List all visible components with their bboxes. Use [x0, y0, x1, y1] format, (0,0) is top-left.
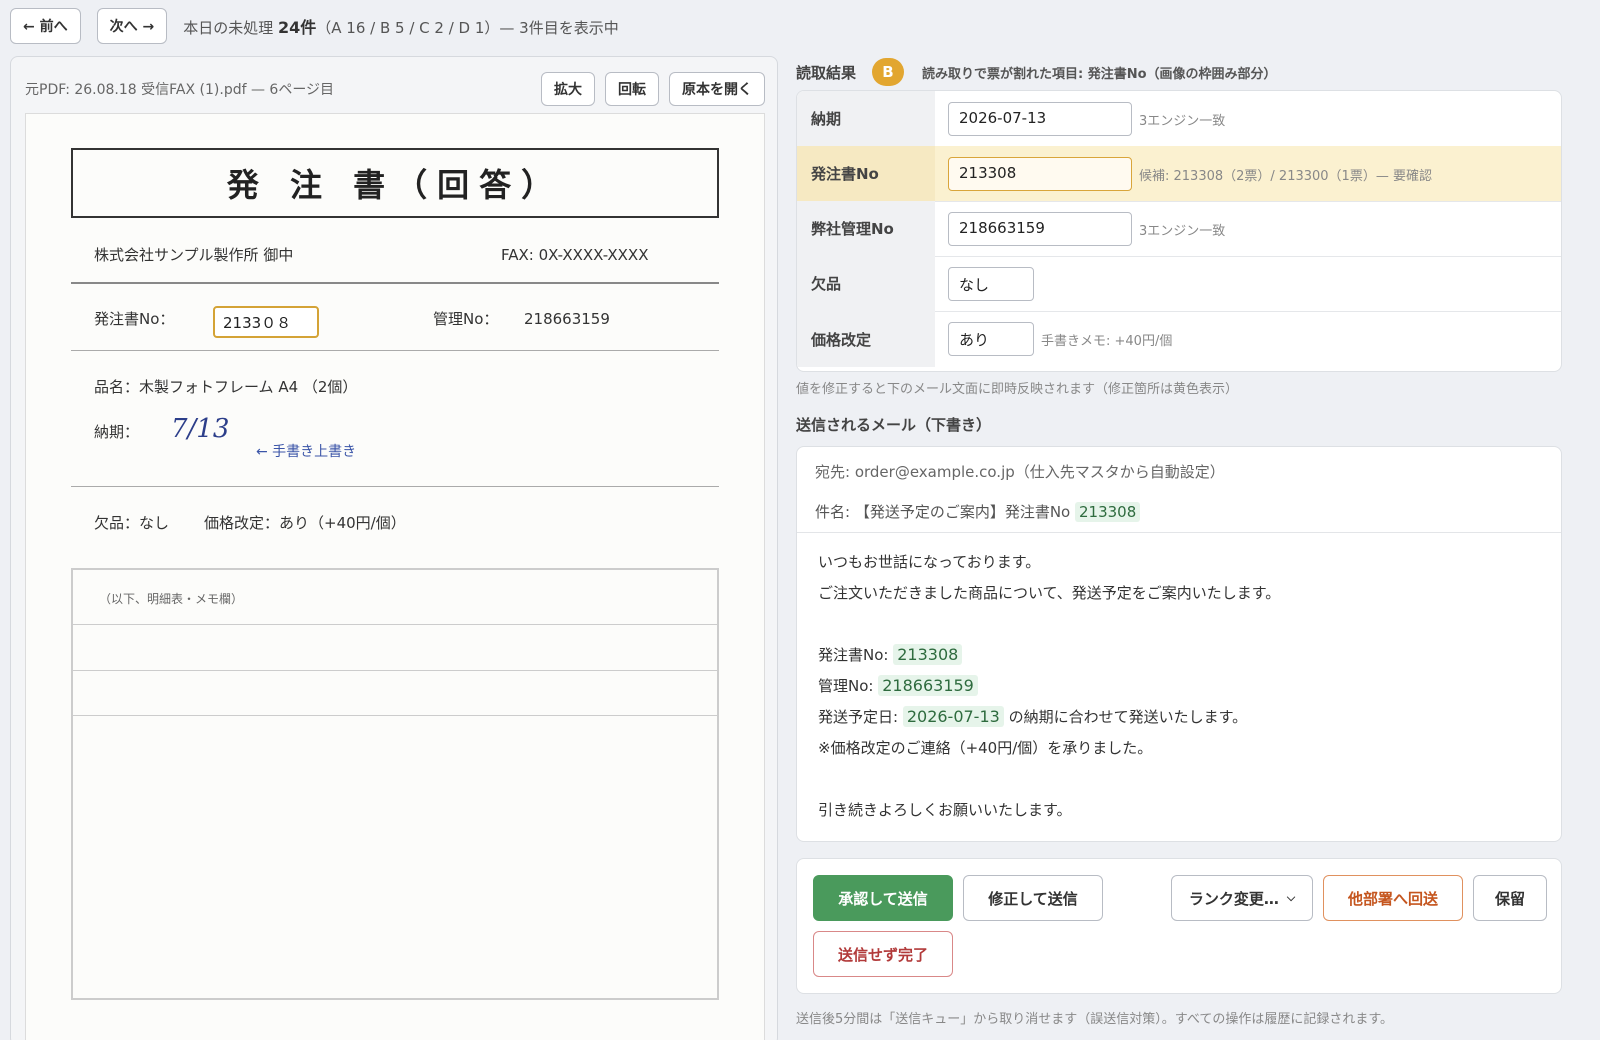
field-label: 発注書No	[797, 146, 935, 201]
field-note: 3エンジン一致	[1139, 114, 1226, 129]
document-title: 発 注 書（回答）	[71, 148, 719, 218]
mail-price-note: ※価格改定のご連絡（+40円/個）を承りました。	[818, 739, 1153, 757]
document-handwritten-due: 7/13	[171, 414, 230, 444]
reading-result-title: 読取結果	[796, 63, 857, 82]
field-label: 弊社管理No	[797, 201, 935, 256]
prev-button[interactable]: ← 前へ	[10, 8, 81, 44]
next-button[interactable]: 次へ →	[96, 8, 168, 44]
rank-badge: B	[872, 58, 905, 86]
field-label: 価格改定	[797, 311, 935, 367]
document-handwritten-note: ← 手書き上書き	[256, 444, 357, 460]
mgmt-number-input[interactable]: 218663159	[948, 212, 1132, 246]
document-price-change: 価格改定：あり（+40円/個）	[204, 514, 406, 532]
document-po-value-highlight: 2133０８	[213, 306, 319, 338]
table-rule	[73, 715, 717, 716]
hold-button[interactable]: 保留	[1473, 875, 1547, 921]
field-row-mgmt-number: 弊社管理No 218663159 3エンジン一致	[797, 201, 1561, 257]
document-po-label: 発注書No：	[94, 310, 175, 328]
mail-greeting: いつもお世話になっております。	[818, 553, 1041, 571]
queue-prefix: 本日の未処理	[183, 19, 278, 37]
document-fax: FAX: 0X-XXXX-XXXX	[501, 246, 649, 264]
queue-status: 本日の未処理 24件（A 16 / B 5 / C 2 / D 1）— 3件目を…	[183, 14, 619, 38]
shortage-input[interactable]: なし	[948, 267, 1034, 301]
mail-po-prefix: 発注書No:	[818, 646, 894, 664]
mail-ship-prefix: 発送予定日:	[818, 708, 903, 726]
mail-mgmt-line: 管理No: 218663159	[818, 674, 1280, 705]
document-viewer: 元PDF: 26.08.18 受信FAX (1).pdf — 6ページ目 拡大 …	[10, 56, 778, 1040]
document-divider	[71, 486, 719, 487]
mail-intro: ご注文いただきました商品について、発送予定をご案内いたします。	[818, 584, 1281, 602]
rank-change-select[interactable]: ランク変更… ⌵	[1171, 875, 1313, 921]
mail-draft-card: 宛先: order@example.co.jp（仕入先マスタから自動設定） 件名…	[796, 446, 1562, 842]
open-original-button[interactable]: 原本を開く	[669, 72, 765, 106]
chevron-down-icon: ⌵	[1286, 891, 1296, 904]
rotate-button[interactable]: 回転	[605, 72, 659, 106]
mail-ship-suffix: の納期に合わせて発送いたします。	[1003, 708, 1248, 726]
price-change-input[interactable]: あり	[948, 322, 1034, 356]
field-row-due-date: 納期 2026-07-13 3エンジン一致	[797, 91, 1561, 147]
extracted-fields-card: 納期 2026-07-13 3エンジン一致 発注書No 213308 候補: 2…	[796, 90, 1562, 372]
field-row-po-number: 発注書No 213308 候補: 213308（2票）/ 213300（1票）—…	[797, 146, 1561, 202]
document-table-note: （以下、明細表・メモ欄）	[99, 592, 244, 606]
mail-po-line: 発注書No: 213308	[818, 643, 1280, 674]
fax-document-image: 発 注 書（回答） 株式会社サンプル製作所 御中 FAX: 0X-XXXX-XX…	[25, 113, 765, 1040]
mail-subject-po: 213308	[1075, 502, 1141, 522]
document-divider	[71, 350, 719, 351]
approve-send-button[interactable]: 承認して送信	[813, 875, 953, 921]
due-date-input[interactable]: 2026-07-13	[948, 102, 1132, 136]
table-rule	[73, 670, 717, 671]
mail-header: 宛先: order@example.co.jp（仕入先マスタから自動設定） 件名…	[797, 447, 1561, 533]
viewer-toolbar: 元PDF: 26.08.18 受信FAX (1).pdf — 6ページ目 拡大 …	[25, 71, 765, 107]
table-rule	[73, 624, 717, 625]
field-note: 候補: 213308（2票）/ 213300（1票）— 要確認	[1139, 169, 1432, 184]
document-item: 品名：木製フォトフレーム A4 （2個）	[94, 378, 358, 396]
mail-mgmt-prefix: 管理No:	[818, 677, 879, 695]
document-mgmt-label: 管理No：	[433, 310, 499, 328]
mail-ship-line: 発送予定日: 2026-07-13 の納期に合わせて発送いたします。	[818, 705, 1280, 736]
mail-recipient: 宛先: order@example.co.jp（仕入先マスタから自動設定）	[815, 463, 1225, 481]
split-vote-note: 読み取りで票が割れた項目: 発注書No（画像の枠囲み部分）	[922, 66, 1277, 82]
fix-send-button[interactable]: 修正して送信	[963, 875, 1103, 921]
reading-result-header: 読取結果 B 読み取りで票が割れた項目: 発注書No（画像の枠囲み部分）	[796, 58, 1277, 86]
mail-blank-line	[818, 612, 1280, 643]
document-detail-table: （以下、明細表・メモ欄）	[71, 568, 719, 1000]
mail-subject-prefix: 件名: 【発送予定のご案内】発注書No	[815, 503, 1075, 521]
mail-ship-date: 2026-07-13	[902, 706, 1004, 727]
field-note: 手書きメモ: +40円/個	[1041, 334, 1173, 349]
field-row-price-change: 価格改定 あり 手書きメモ: +40円/個	[797, 311, 1561, 367]
document-mgmt-value: 218663159	[524, 310, 610, 328]
forward-other-dept-button[interactable]: 他部署へ回送	[1323, 875, 1463, 921]
top-nav-bar: ← 前へ 次へ → 本日の未処理 24件（A 16 / B 5 / C 2 / …	[10, 8, 619, 44]
field-row-shortage: 欠品 なし	[797, 256, 1561, 312]
queue-count: 24件	[278, 18, 317, 37]
queue-suffix: （A 16 / B 5 / C 2 / D 1）— 3件目を表示中	[316, 19, 619, 37]
document-due-label: 納期：	[94, 423, 140, 441]
mail-draft-title: 送信されるメール（下書き）	[796, 416, 992, 434]
field-label: 納期	[797, 91, 935, 146]
field-note: 3エンジン一致	[1139, 224, 1226, 239]
mail-closing: 引き続きよろしくお願いいたします。	[818, 801, 1072, 819]
mail-body: いつもお世話になっております。 ご注文いただきました商品について、発送予定をご案…	[818, 550, 1280, 829]
rank-change-label: ランク変更…	[1188, 889, 1279, 908]
footer-note: 送信後5分間は「送信キュー」から取り消せます（誤送信対策）。すべての操作は履歴に…	[796, 1012, 1394, 1027]
document-divider	[71, 282, 719, 284]
document-shortage: 欠品：なし	[94, 514, 170, 532]
mail-blank-line	[818, 767, 1280, 798]
field-label: 欠品	[797, 256, 935, 311]
zoom-button[interactable]: 拡大	[541, 72, 595, 106]
mail-po-value: 213308	[893, 644, 963, 665]
po-number-input[interactable]: 213308	[948, 157, 1132, 191]
source-file-label: 元PDF: 26.08.18 受信FAX (1).pdf — 6ページ目	[25, 82, 335, 98]
reflect-hint: 値を修正すると下のメール文面に即時反映されます（修正箇所は黄色表示）	[796, 382, 1239, 397]
action-bar: 承認して送信 修正して送信 ランク変更… ⌵ 他部署へ回送 保留 送信せず完了	[796, 858, 1562, 994]
mail-subject: 件名: 【発送予定のご案内】発注書No 213308	[815, 501, 1141, 522]
complete-without-send-button[interactable]: 送信せず完了	[813, 931, 953, 977]
mail-mgmt-value: 218663159	[878, 675, 978, 696]
document-recipient: 株式会社サンプル製作所 御中	[94, 246, 294, 264]
